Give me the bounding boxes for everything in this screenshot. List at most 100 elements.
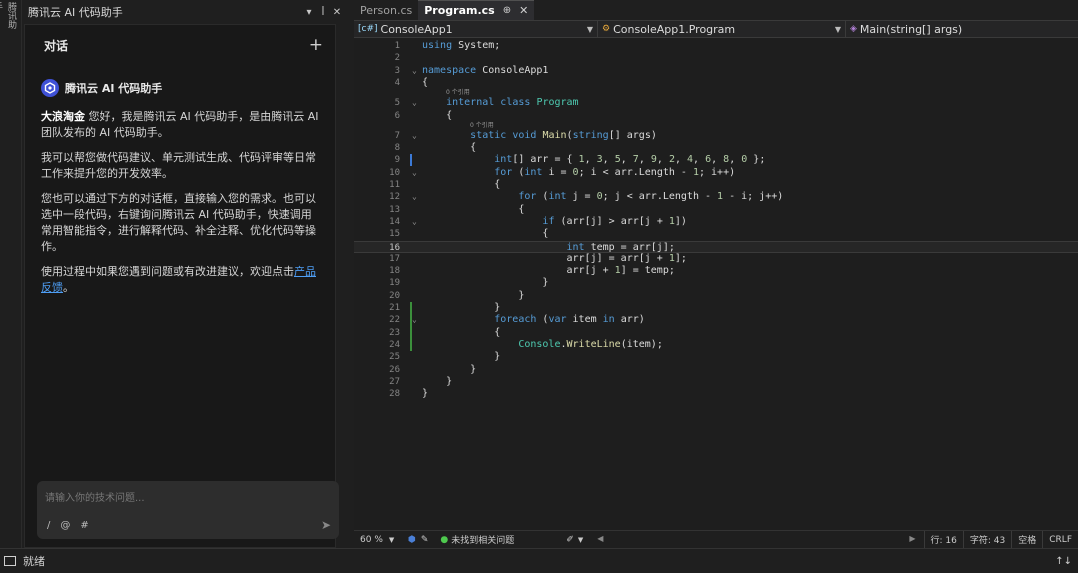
fold-toggle-icon[interactable]: ⌄ <box>412 314 422 326</box>
code-line[interactable]: 8 { <box>354 142 1078 154</box>
code-text: int temp = arr[j]; <box>566 241 675 253</box>
chevron-down-icon: ▼ <box>577 535 584 544</box>
assistant-name: 腾讯云 AI 代码助手 <box>65 82 163 95</box>
issues-indicator[interactable]: ● 未找到相关问题 <box>434 531 520 549</box>
code-text: using System; <box>422 40 501 51</box>
navigation-bar: [c#] ConsoleApp1 ▼ ⚙ ConsoleApp1.Program… <box>354 20 1078 38</box>
code-line[interactable]: 16 int temp = arr[j]; <box>354 240 1078 253</box>
code-line[interactable]: 11 { <box>354 179 1078 191</box>
quick-actions[interactable]: ✐ ▼ <box>560 531 589 549</box>
context-button[interactable]: # <box>80 520 88 531</box>
reference-count-lens[interactable]: 0 个引用 <box>470 122 494 130</box>
chat-input-placeholder: 请输入你的技术问题... <box>45 493 145 504</box>
tab-person-cs[interactable]: Person.cs <box>354 0 418 20</box>
eol-indicator[interactable]: CRLF <box>1042 530 1078 549</box>
mention-button[interactable]: @ <box>60 520 70 531</box>
code-line[interactable]: 22 ⌄ foreach (var item in arr) <box>354 314 1078 326</box>
member-dropdown[interactable]: ◈ Main(string[] args) <box>846 21 1078 38</box>
slash-command-button[interactable]: / <box>47 520 50 531</box>
code-line[interactable]: 1 using System; <box>354 40 1078 52</box>
code-text: for (int i = 0; i < arr.Length - 1; i++) <box>494 166 736 178</box>
fold-toggle-icon[interactable]: ⌄ <box>412 130 422 142</box>
zoom-dropdown[interactable]: 60 % ▼ <box>354 531 402 549</box>
line-number: 3 <box>394 65 400 76</box>
tab-program-cs[interactable]: Program.cs ⊕ ✕ <box>418 0 535 20</box>
code-line[interactable]: 9 int[] arr = { 1, 3, 5, 7, 9, 2, 4, 6, … <box>354 154 1078 166</box>
new-chat-icon[interactable]: + <box>309 35 323 55</box>
code-line[interactable]: 23 { <box>354 327 1078 339</box>
whitespace-indicator[interactable]: 空格 <box>1011 530 1042 549</box>
fold-toggle-icon[interactable]: ⌄ <box>412 216 422 228</box>
tab-close-icon[interactable]: ✕ <box>519 4 528 17</box>
code-line[interactable]: 7 ⌄ static void Main(string[] args) <box>354 130 1078 142</box>
scroll-right-icon[interactable]: ▶ <box>909 534 915 543</box>
code-text: } <box>422 277 549 289</box>
code-line[interactable]: 13 { <box>354 204 1078 216</box>
code-line[interactable]: 26 } <box>354 364 1078 376</box>
code-text: { <box>422 76 429 88</box>
close-icon[interactable]: ✕ <box>330 7 344 18</box>
code-line[interactable]: 5 ⌄ internal class Program <box>354 97 1078 109</box>
code-line[interactable]: 6 { <box>354 110 1078 122</box>
char-indicator[interactable]: 字符: 43 <box>962 530 1011 549</box>
fold-toggle-icon[interactable]: ⌄ <box>412 191 422 203</box>
line-indicator[interactable]: 行: 16 <box>923 530 963 549</box>
chevron-down-icon: ▼ <box>586 24 593 34</box>
line-number: 21 <box>389 303 400 313</box>
fold-toggle-icon[interactable]: ⌄ <box>412 97 422 109</box>
code-text: arr[j + 1] = temp; <box>422 265 675 277</box>
code-line[interactable]: 2 <box>354 52 1078 64</box>
line-number: 11 <box>389 180 400 190</box>
line-number: 9 <box>394 155 400 166</box>
code-line[interactable]: 24 Console.WriteLine(item); <box>354 339 1078 351</box>
code-line[interactable]: 25 } <box>354 351 1078 363</box>
horizontal-scrollbar[interactable]: ◀ ▶ <box>597 534 915 545</box>
code-line[interactable]: 12 ⌄ for (int j = 0; j < arr.Length - 1 -… <box>354 191 1078 203</box>
code-text: } <box>422 302 501 313</box>
code-line[interactable]: 4{ <box>354 77 1078 89</box>
code-line[interactable]: 27 } <box>354 376 1078 388</box>
code-view[interactable]: 1 using System; 2 3 ⌄ namespace ConsoleApp1 4{… <box>354 38 1078 528</box>
code-text: { <box>422 228 549 240</box>
copilot-indicator[interactable]: ⬢ ✎ <box>402 531 434 549</box>
code-line[interactable]: 17 arr[j] = arr[j + 1]; <box>354 253 1078 265</box>
code-line[interactable]: 28} <box>354 388 1078 400</box>
line-number: 25 <box>389 352 400 363</box>
line-number: 5 <box>394 98 400 109</box>
code-line[interactable]: 20 } <box>354 290 1078 302</box>
code-text: foreach (var item in arr) <box>494 314 645 326</box>
code-text: for (int j = 0; j < arr.Length - 1 - i; … <box>518 191 784 203</box>
line-number: 24 <box>389 339 400 350</box>
line-number: 22 <box>389 315 400 326</box>
reference-count-lens[interactable]: 0 个引用 <box>446 89 470 97</box>
code-line[interactable]: 18 arr[j + 1] = temp; <box>354 265 1078 277</box>
pin-icon[interactable]: ꟾ <box>316 7 330 18</box>
code-line[interactable]: 14 ⌄ if (arr[j] > arr[j + 1]) <box>354 216 1078 228</box>
app-status-bar: 就绪 ↑↓ <box>0 548 1078 573</box>
fold-toggle-icon[interactable]: ⌄ <box>412 65 422 77</box>
panel-options-icon[interactable]: ▾ <box>302 7 316 18</box>
project-dropdown[interactable]: [c#] ConsoleApp1 ▼ <box>354 20 598 38</box>
tab-pin-icon[interactable]: ⊕ <box>503 5 511 16</box>
code-line[interactable]: 15 { <box>354 228 1078 240</box>
csharp-project-icon: [c#] <box>358 24 378 34</box>
code-line[interactable]: 3 ⌄ namespace ConsoleApp1 <box>354 65 1078 77</box>
class-dropdown[interactable]: ⚙ ConsoleApp1.Program ▼ <box>598 20 846 38</box>
chat-input-box[interactable]: 请输入你的技术问题... / @ # ➤ <box>37 481 339 539</box>
code-line[interactable]: 10 ⌄ for (int i = 0; i < arr.Length - 1; … <box>354 167 1078 179</box>
code-line[interactable]: 21 } <box>354 302 1078 314</box>
code-text: internal class Program <box>446 97 579 109</box>
line-number: 10 <box>389 167 400 178</box>
publish-arrows-icon[interactable]: ↑↓ <box>1055 556 1078 567</box>
side-tab-assistant[interactable]: 腾讯助手 <box>0 2 18 32</box>
project-name: ConsoleApp1 <box>380 22 453 36</box>
ready-indicator: 就绪 <box>0 553 45 569</box>
chat-header-title: 对话 <box>44 38 69 53</box>
send-icon[interactable]: ➤ <box>321 518 331 532</box>
line-number: 2 <box>394 53 400 64</box>
code-line[interactable]: 19 } <box>354 277 1078 289</box>
fold-toggle-icon[interactable]: ⌄ <box>412 167 422 179</box>
code-editor: Person.cs Program.cs ⊕ ✕ [c#] ConsoleApp… <box>354 0 1078 549</box>
scroll-left-icon[interactable]: ◀ <box>597 534 603 543</box>
output-window-icon[interactable] <box>4 556 16 566</box>
